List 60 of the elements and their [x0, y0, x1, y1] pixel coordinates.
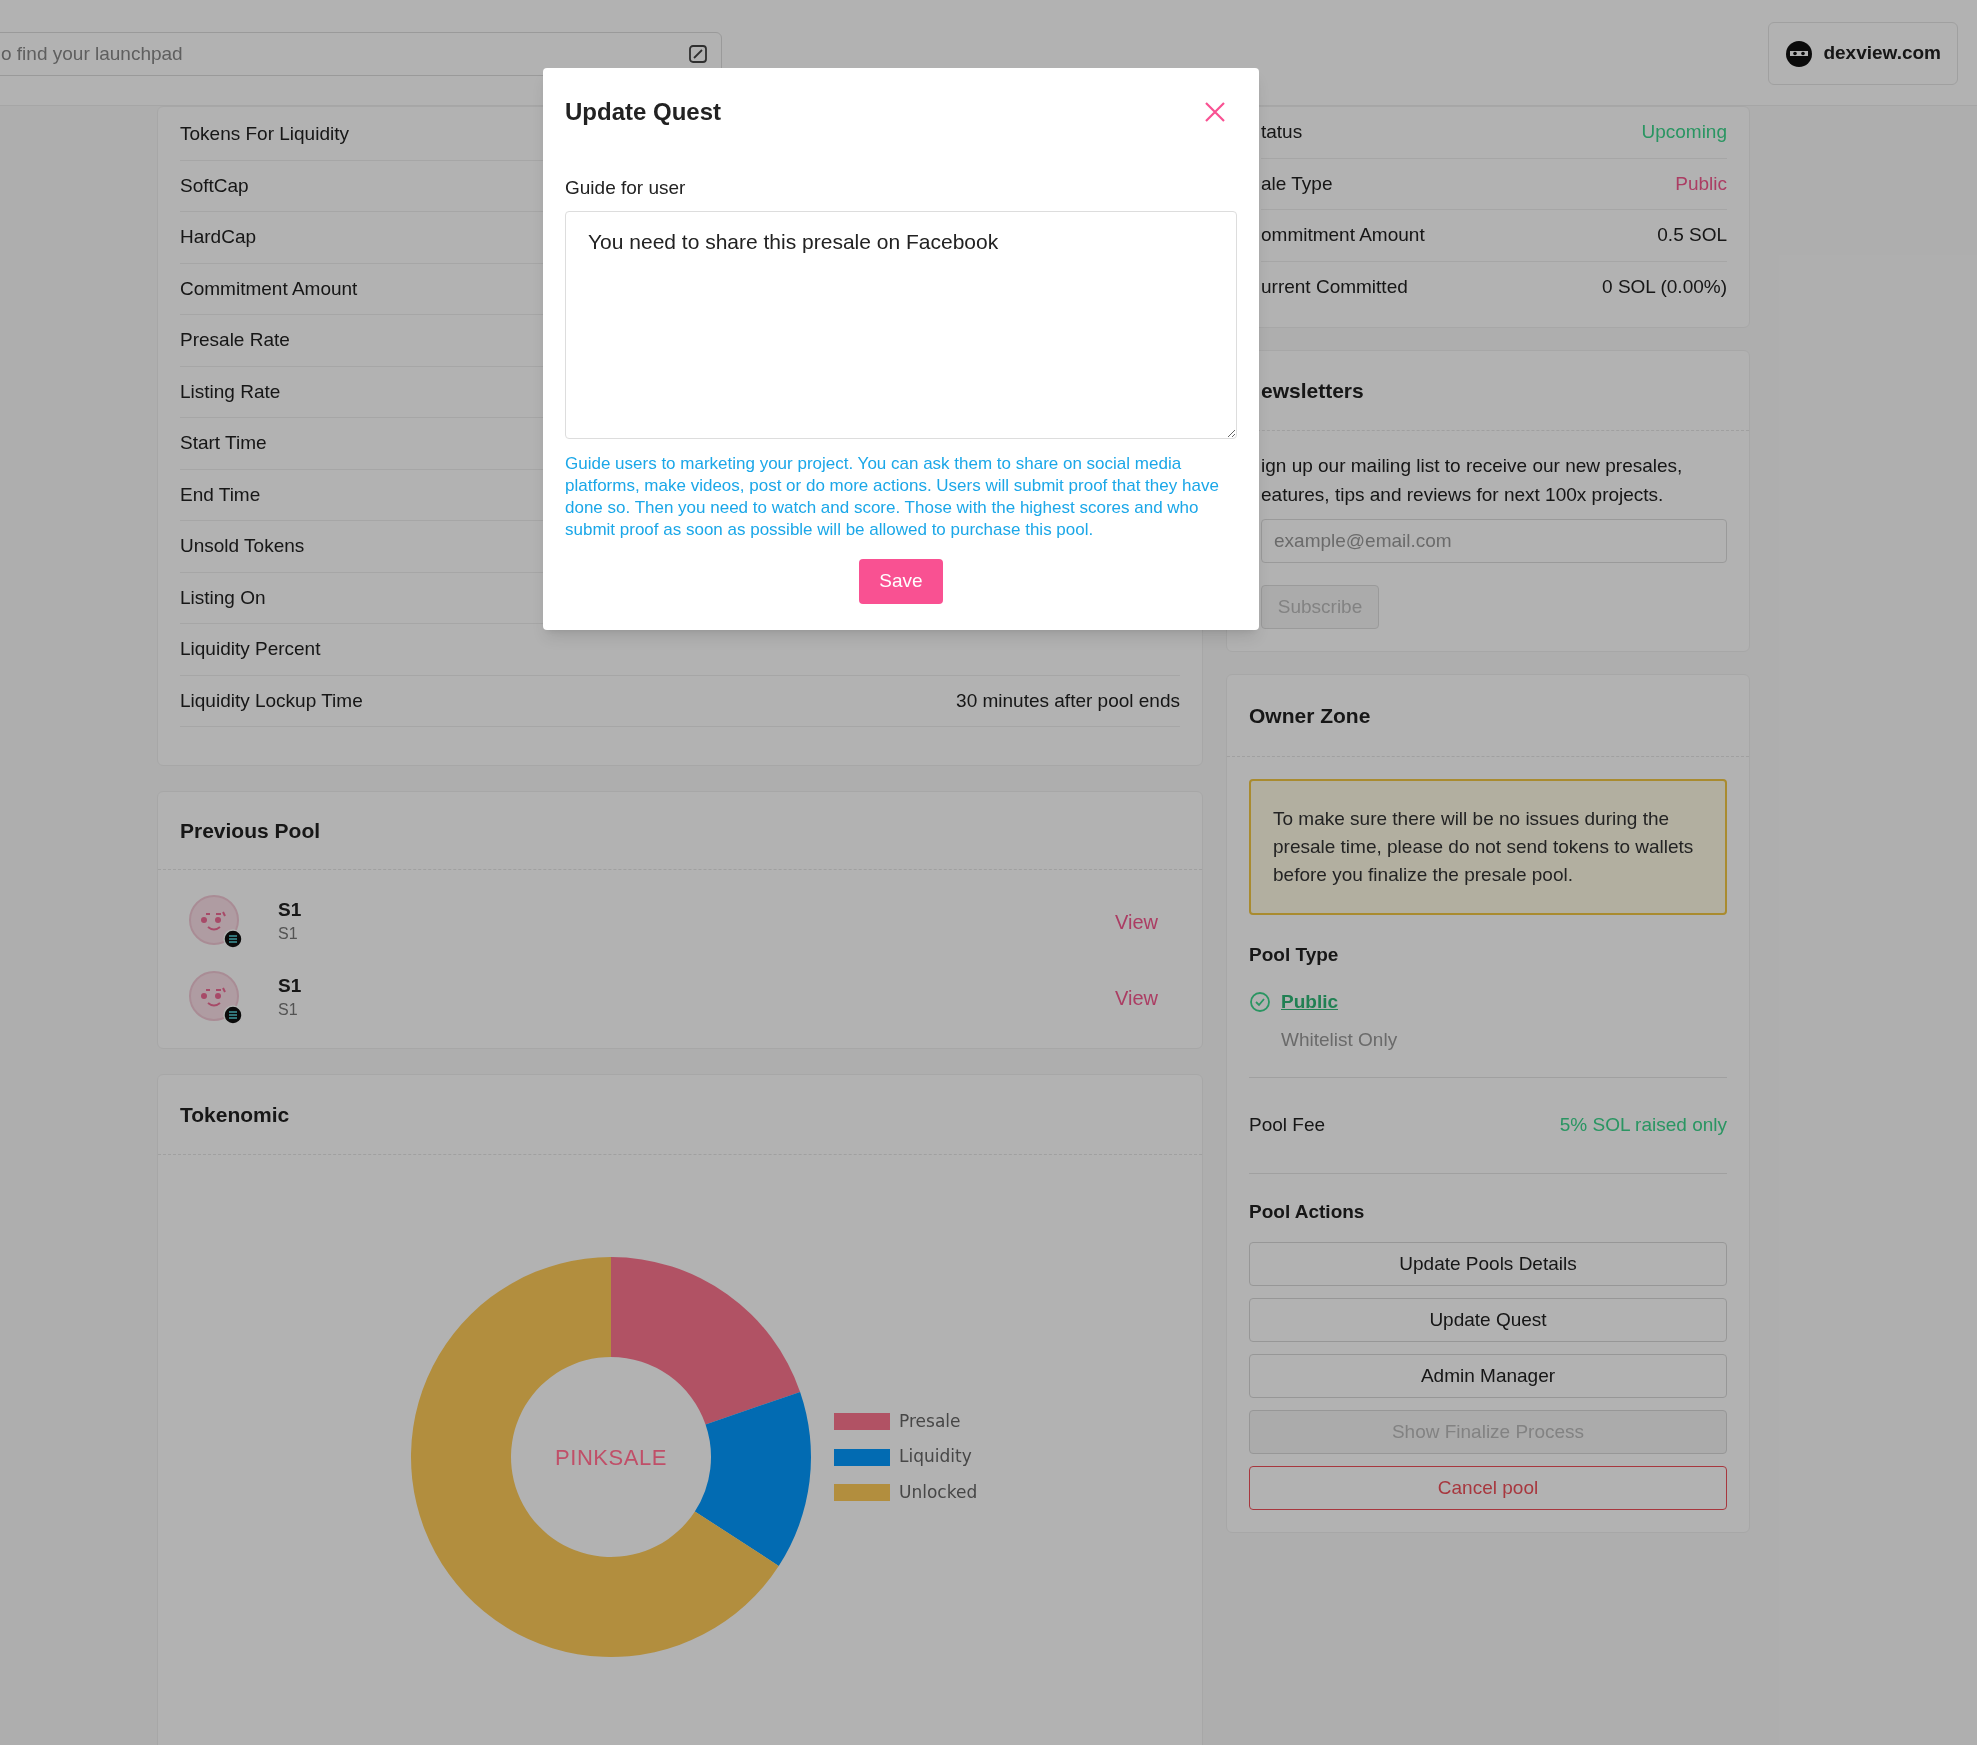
close-icon [1203, 100, 1227, 124]
legend-label: Presale [899, 1409, 961, 1433]
row-label: Liquidity Lockup Time [180, 688, 363, 713]
token-name: S1 [278, 898, 302, 922]
row-label: urrent Committed [1261, 275, 1408, 299]
pool-type-option[interactable]: Whitelist Only [1281, 1026, 1398, 1055]
row-value: 0.5 SOL [1657, 223, 1727, 247]
row-label: Unsold Tokens [180, 534, 305, 558]
field-label: Guide for user [565, 176, 687, 200]
guide-textarea[interactable]: You need to share this presale on Facebook [565, 210, 1237, 439]
pool-action-button[interactable]: Admin Manager [1249, 1354, 1727, 1398]
card-title: ewsletters [1261, 377, 1364, 404]
view-link[interactable]: View [1115, 983, 1158, 1013]
newsletter-description: ign up our mailing list to receive our new presales, eatures, tips and reviews for next 100x projects. [1261, 454, 1684, 507]
row-label: ommitment Amount [1261, 223, 1425, 247]
edit-icon [688, 44, 708, 64]
row-value: 5% SOL raised only [1559, 1112, 1727, 1137]
row-label: ale Type [1261, 171, 1333, 196]
row-label: End Time [180, 482, 261, 507]
row-label: Listing Rate [180, 379, 281, 404]
row-label: Start Time [180, 431, 267, 455]
pool-action-button[interactable]: Cancel pool [1249, 1466, 1727, 1510]
chart-center-label: PINKSALE [555, 1443, 667, 1472]
email-field[interactable]: example@email.com [1261, 519, 1727, 563]
card-title: Previous Pool [180, 817, 321, 844]
row-label: HardCap [180, 225, 257, 249]
row-label: Pool Fee [1249, 1112, 1326, 1137]
row-label: Commitment Amount [180, 276, 358, 301]
token-symbol: S1 [278, 1000, 299, 1020]
row-label: Presale Rate [180, 328, 290, 352]
row-label: Tokens For Liquidity [180, 122, 349, 146]
search-field[interactable]: o find your launchpad [0, 32, 722, 76]
legend-label: Liquidity [899, 1445, 972, 1469]
token-symbol: S1 [278, 924, 299, 944]
row-value: 30 minutes after pool ends [956, 688, 1180, 713]
row-label: Listing On [180, 585, 266, 610]
card-title: Tokenomic [180, 1101, 290, 1128]
token-logo-icon [188, 894, 244, 950]
section-title: Pool Actions [1249, 1199, 1366, 1224]
site-button[interactable]: dexview.com [1768, 22, 1958, 85]
row-label: Liquidity Percent [180, 637, 321, 661]
help-text: Guide users to marketing your project. You can ask them to share on social media platforms, make videos, post or do more actions. Users will submit proof that they have done so. Then you need to watch and score. Those with the highest scores and who submit proof as soon as possible will be allowed to purchase this pool. [565, 452, 1220, 541]
card-title: Owner Zone [1249, 702, 1371, 729]
token-logo-icon [188, 970, 244, 1026]
row-value: Public [1675, 171, 1727, 196]
view-link[interactable]: View [1115, 907, 1158, 937]
row-label: SoftCap [180, 173, 249, 198]
row-label: tatus [1261, 120, 1303, 144]
ninja-icon [1785, 39, 1814, 68]
pool-action-button[interactable]: Update Quest [1249, 1298, 1727, 1342]
row-value: 0 SOL (0.00%) [1602, 275, 1727, 299]
legend-label: Unlocked [899, 1480, 978, 1504]
dialog-title: Update Quest [565, 97, 722, 127]
warning-notice: To make sure there will be no issues during the presale time, please do not send tokens to wallets before you finalize the presale pool. [1249, 779, 1727, 915]
section-title: Pool Type [1249, 943, 1340, 967]
token-name: S1 [278, 974, 302, 998]
pool-type-option[interactable]: Public [1281, 987, 1338, 1016]
save-button[interactable]: Save [859, 558, 943, 604]
pool-action-button[interactable]: Update Pools Details [1249, 1242, 1727, 1286]
row-value: Upcoming [1641, 120, 1727, 144]
